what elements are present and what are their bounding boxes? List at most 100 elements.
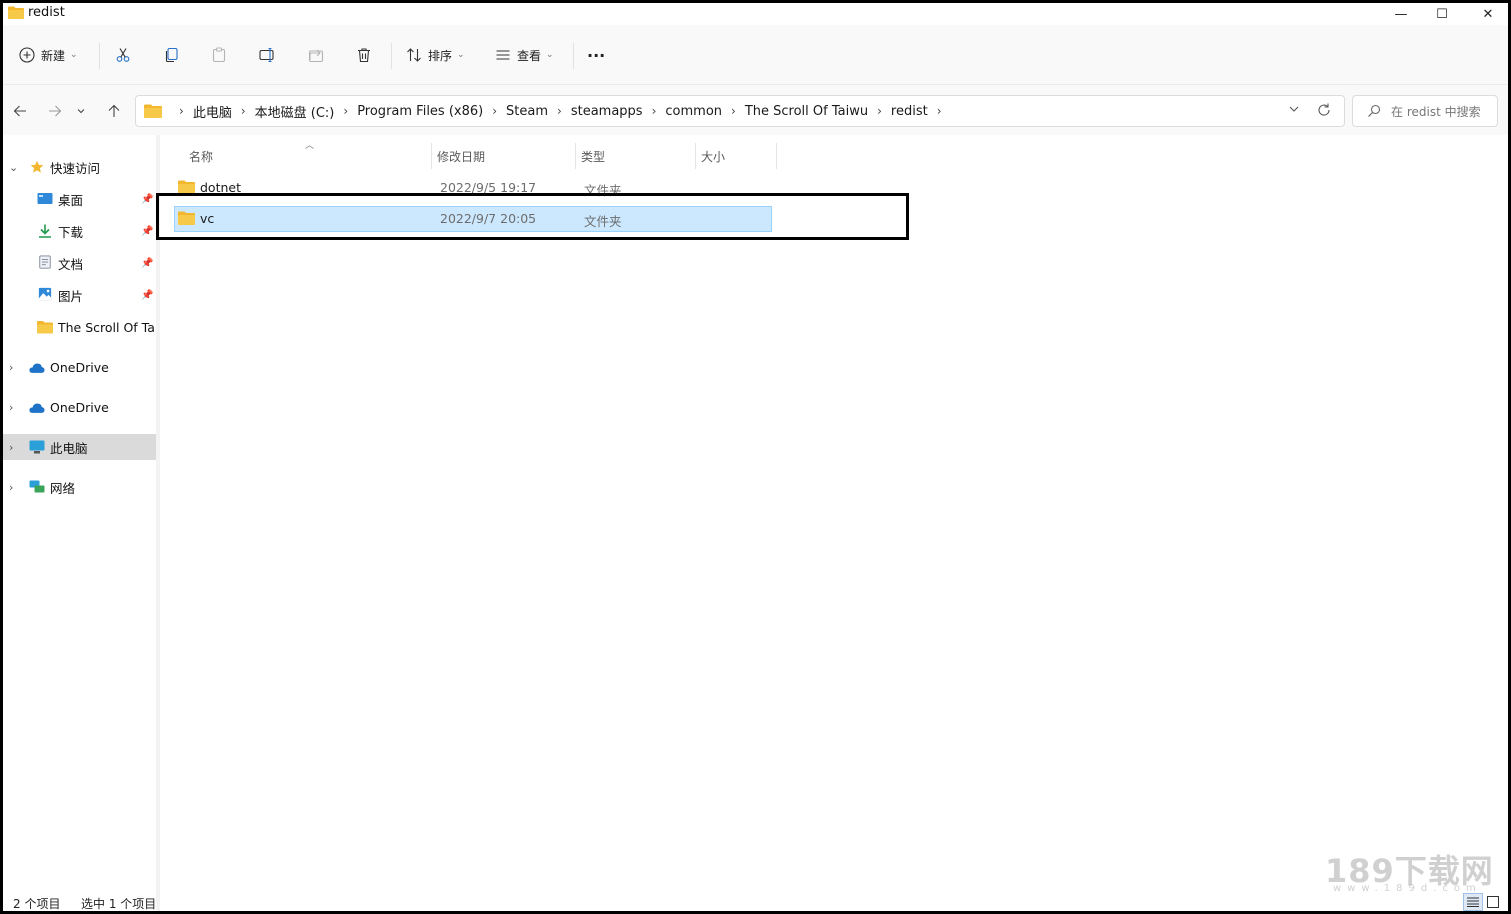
chevron-right-icon[interactable]: › [9, 441, 13, 454]
rename-icon [259, 47, 274, 63]
plus-circle-icon [19, 47, 35, 63]
item-count: 2 个项目 [13, 897, 61, 911]
toolbar-divider [573, 43, 574, 69]
rename-button[interactable] [259, 39, 277, 71]
watermark-subtext: www.189d.com [1333, 883, 1482, 894]
column-divider[interactable] [575, 143, 576, 169]
sidebar-item-label: 图片 [58, 288, 84, 304]
clipboard-icon [212, 47, 226, 63]
breadcrumb-separator-icon[interactable]: › [731, 104, 736, 118]
sidebar-item-label: OneDrive [50, 399, 109, 415]
view-button[interactable]: 查看 ⌄ [495, 39, 554, 71]
folder-icon [144, 104, 162, 118]
sidebar-item-quick-access[interactable]: ⌄ 快速访问 [3, 154, 156, 180]
pin-icon: 📌 [141, 289, 154, 301]
delete-button[interactable] [356, 39, 372, 71]
file-list: ︿ 名称 修改日期 类型 大小 dotnet 2022/9/5 19:17 文件… [160, 135, 1508, 911]
annotation-highlight-box [156, 193, 909, 240]
breadcrumb-item[interactable]: Program Files (x86) [357, 104, 483, 119]
chevron-right-icon[interactable]: › [9, 401, 13, 414]
sidebar-item-scroll-of-taiwu[interactable]: The Scroll Of Taiwu [3, 314, 156, 340]
breadcrumb-separator-icon[interactable]: › [241, 104, 246, 118]
back-button[interactable] [8, 100, 32, 122]
copy-button[interactable] [164, 39, 180, 71]
search-input[interactable]: 在 redist 中搜索 [1352, 95, 1498, 127]
large-icons-view-button[interactable] [1483, 893, 1503, 911]
details-view-button[interactable] [1463, 893, 1483, 911]
share-icon [308, 49, 324, 63]
breadcrumb-item[interactable]: redist [891, 104, 928, 119]
sidebar-item-label: 桌面 [58, 192, 84, 208]
sidebar-item-documents[interactable]: 文档 📌 [3, 250, 156, 276]
sort-button[interactable]: 排序 ⌄ [406, 39, 465, 71]
sidebar-item-onedrive[interactable]: › OneDrive [3, 354, 156, 380]
toolbar-divider [99, 43, 100, 69]
breadcrumb-item[interactable]: The Scroll Of Taiwu [745, 104, 868, 119]
arrow-right-icon [49, 105, 62, 117]
toolbar-divider [391, 43, 392, 69]
star-icon [30, 160, 44, 173]
sidebar-item-label: 快速访问 [50, 160, 101, 176]
recent-locations-button[interactable] [73, 100, 89, 122]
share-button[interactable] [308, 39, 324, 71]
column-header-size[interactable]: 大小 [701, 143, 725, 169]
view-switcher [1463, 893, 1503, 911]
breadcrumb-separator-icon[interactable]: › [557, 104, 562, 118]
chevron-down-icon [77, 109, 85, 114]
breadcrumb-separator-icon: › [179, 104, 184, 118]
breadcrumb-item[interactable]: 此电脑 [193, 102, 232, 121]
cloud-icon [29, 363, 45, 373]
column-header-label: 类型 [581, 149, 606, 164]
breadcrumb-item[interactable]: common [665, 104, 722, 119]
breadcrumb: › 此电脑 › 本地磁盘 (C:) › Program Files (x86) … [144, 96, 951, 126]
sidebar-item-network[interactable]: › 网络 [3, 474, 156, 500]
large-icons-view-icon [1487, 896, 1499, 908]
breadcrumb-item[interactable]: 本地磁盘 (C:) [255, 102, 335, 121]
chevron-down-icon: ⌄ [70, 50, 78, 60]
sort-button-label: 排序 [428, 48, 453, 63]
refresh-button[interactable] [1316, 102, 1332, 121]
breadcrumb-separator-icon[interactable]: › [492, 104, 497, 118]
close-button[interactable]: ✕ [1465, 3, 1508, 25]
address-history-button[interactable] [1288, 103, 1300, 118]
breadcrumb-item[interactable]: steamapps [571, 104, 643, 119]
new-button[interactable]: 新建 ⌄ [19, 39, 78, 71]
breadcrumb-separator-icon[interactable]: › [343, 104, 348, 118]
minimize-button[interactable]: — [1378, 3, 1424, 25]
sidebar-item-downloads[interactable]: 下载 📌 [3, 218, 156, 244]
breadcrumb-separator-icon[interactable]: › [652, 104, 657, 118]
chevron-right-icon[interactable]: › [9, 361, 13, 374]
column-header-label: 名称 [189, 149, 214, 164]
column-divider[interactable] [695, 143, 696, 169]
cut-button[interactable] [115, 39, 131, 71]
chevron-down-icon[interactable]: ⌄ [9, 161, 18, 174]
up-button[interactable] [102, 100, 126, 122]
column-divider[interactable] [776, 143, 777, 169]
more-options-button[interactable]: ··· [587, 39, 605, 71]
sidebar-item-desktop[interactable]: 桌面 📌 [3, 186, 156, 212]
column-header-name[interactable]: 名称 [189, 143, 213, 169]
pin-icon: 📌 [141, 225, 154, 237]
forward-button[interactable] [43, 100, 67, 122]
sidebar-item-this-pc[interactable]: › 此电脑 [3, 434, 156, 460]
sidebar-item-onedrive-2[interactable]: › OneDrive [3, 394, 156, 420]
sidebar-item-pictures[interactable]: 图片 📌 [3, 282, 156, 308]
picture-icon [38, 287, 52, 301]
paste-button[interactable] [211, 39, 227, 71]
sidebar-item-label: OneDrive [50, 359, 109, 375]
breadcrumb-separator-icon[interactable]: › [877, 104, 882, 118]
arrow-up-icon [108, 104, 120, 117]
column-header-modified[interactable]: 修改日期 [437, 143, 485, 169]
maximize-button[interactable]: ☐ [1419, 3, 1465, 25]
breadcrumb-separator-icon[interactable]: › [937, 104, 942, 118]
pin-icon: 📌 [141, 257, 154, 269]
monitor-icon [29, 440, 45, 454]
address-bar[interactable]: › 此电脑 › 本地磁盘 (C:) › Program Files (x86) … [135, 95, 1345, 127]
network-icon [29, 480, 45, 493]
column-header-type[interactable]: 类型 [581, 143, 605, 169]
list-view-icon [496, 50, 510, 60]
sidebar-item-label: The Scroll Of Taiwu [58, 319, 156, 335]
column-divider[interactable] [431, 143, 432, 169]
breadcrumb-item[interactable]: Steam [506, 104, 548, 119]
chevron-right-icon[interactable]: › [9, 481, 13, 494]
